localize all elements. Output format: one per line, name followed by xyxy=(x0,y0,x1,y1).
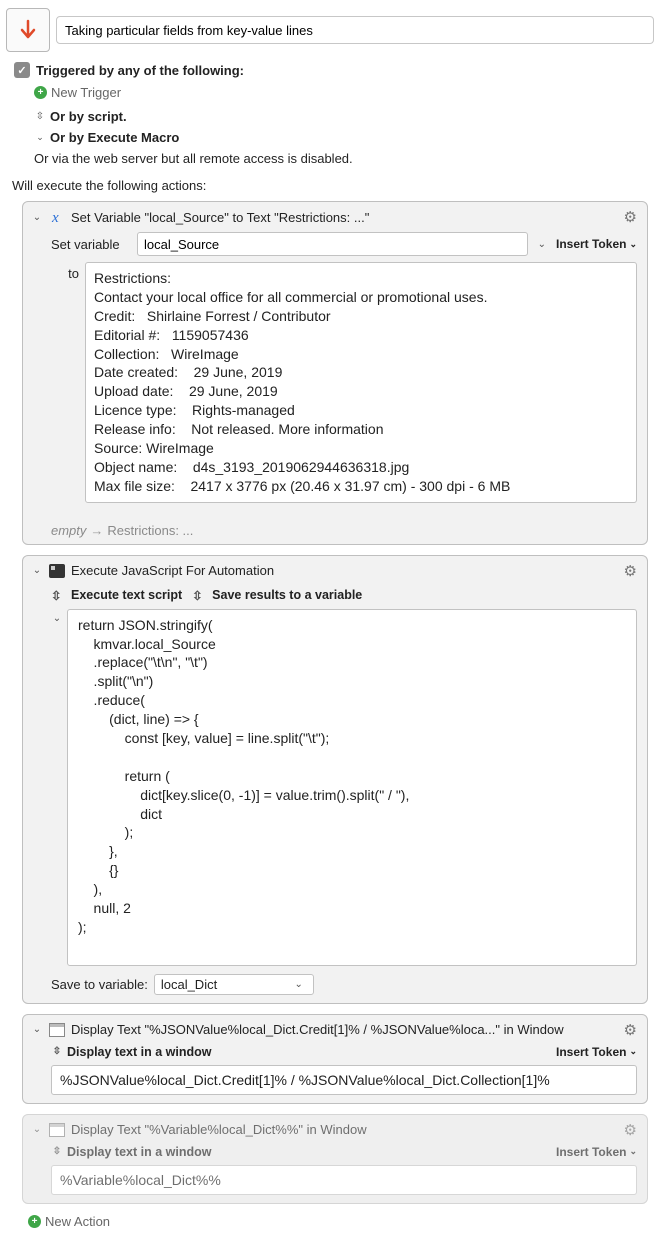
disclosure-toggle[interactable]: ⌄ xyxy=(31,1024,43,1035)
insert-token-button[interactable]: Insert Token ⌄ xyxy=(556,1145,637,1159)
web-server-disabled-label: Or via the web server but all remote acc… xyxy=(34,151,654,166)
display-mode-option[interactable]: Display text in a window xyxy=(67,1045,211,1059)
add-action-button[interactable]: + New Action xyxy=(28,1214,654,1229)
action-footer-hint: empty → Restrictions: ... xyxy=(23,517,647,544)
script-code-input[interactable]: return JSON.stringify( kmvar.local_Sourc… xyxy=(67,609,637,966)
window-icon xyxy=(49,1122,65,1138)
gear-icon[interactable]: ⚙ xyxy=(624,1121,637,1139)
save-results-option[interactable]: Save results to a variable xyxy=(212,588,362,602)
action-title: Set Variable "local_Source" to Text "Res… xyxy=(71,210,618,225)
action-execute-jxa: ⌄ Execute JavaScript For Automation ⚙ ⇳ … xyxy=(22,555,648,1004)
disclosure-toggle[interactable]: ⌄ xyxy=(31,1124,43,1135)
action-display-text-2-disabled: ⌄ Display Text "%Variable%local_Dict%%" … xyxy=(22,1114,648,1204)
arrow-down-icon xyxy=(16,18,40,42)
action-title: Display Text "%Variable%local_Dict%%" in… xyxy=(71,1122,618,1137)
to-label: to xyxy=(51,262,79,281)
updown-icon: ⇳ xyxy=(34,111,46,122)
chevron-right-icon: ⌄ xyxy=(34,132,46,143)
execute-text-script-option[interactable]: Execute text script xyxy=(71,588,182,602)
variable-name-input[interactable] xyxy=(137,232,528,256)
save-variable-select[interactable]: local_Dict ⌄ xyxy=(154,974,314,995)
display-text-input[interactable]: %Variable%local_Dict%% xyxy=(51,1165,637,1195)
macro-title-input[interactable] xyxy=(56,16,654,44)
new-action-label: New Action xyxy=(45,1214,110,1229)
updown-icon: ⇳ xyxy=(192,588,202,603)
svg-text:x: x xyxy=(51,210,59,225)
insert-token-button[interactable]: Insert Token ⌄ xyxy=(556,1045,637,1059)
save-to-variable-label: Save to variable: xyxy=(51,977,148,992)
updown-icon: ⇳ xyxy=(51,1146,63,1157)
chevron-down-icon: ⌄ xyxy=(629,239,637,250)
chevron-down-icon: ⌄ xyxy=(629,1146,637,1157)
or-by-script[interactable]: ⇳ Or by script. xyxy=(34,109,654,124)
display-text-input[interactable]: %JSONValue%local_Dict.Credit[1]% / %JSON… xyxy=(51,1065,637,1095)
disclosure-toggle[interactable]: ⌄ xyxy=(31,212,43,223)
or-by-execute-macro[interactable]: ⌄ Or by Execute Macro xyxy=(34,130,654,145)
gear-icon[interactable]: ⚙ xyxy=(624,562,637,580)
set-variable-label: Set variable xyxy=(51,237,131,252)
plus-icon: + xyxy=(28,1215,41,1228)
new-trigger-label: New Trigger xyxy=(51,85,121,100)
exec-actions-label: Will execute the following actions: xyxy=(12,178,654,193)
action-title: Execute JavaScript For Automation xyxy=(71,563,618,578)
chevron-down-icon: ⌄ xyxy=(290,979,306,990)
updown-icon: ⇳ xyxy=(51,1046,63,1057)
code-disclosure[interactable]: ⌄ xyxy=(51,609,63,966)
gear-icon[interactable]: ⚙ xyxy=(624,1021,637,1039)
action-display-text-1: ⌄ Display Text "%JSONValue%local_Dict.Cr… xyxy=(22,1014,648,1104)
plus-icon: + xyxy=(34,86,47,99)
triggers-enabled-checkbox[interactable]: ✓ xyxy=(14,62,30,78)
chevron-down-icon: ⌄ xyxy=(629,1046,637,1057)
macro-icon-box[interactable] xyxy=(6,8,50,52)
terminal-icon xyxy=(49,563,65,579)
updown-icon: ⇳ xyxy=(51,588,61,603)
disclosure-toggle[interactable]: ⌄ xyxy=(31,565,43,576)
text-value-input[interactable]: Restrictions: Contact your local office … xyxy=(85,262,637,503)
display-mode-option[interactable]: Display text in a window xyxy=(67,1145,211,1159)
window-icon xyxy=(49,1022,65,1038)
variable-icon: x xyxy=(49,209,65,225)
chevron-down-icon[interactable]: ⌄ xyxy=(534,239,550,250)
gear-icon[interactable]: ⚙ xyxy=(624,208,637,226)
action-set-variable: ⌄ x Set Variable "local_Source" to Text … xyxy=(22,201,648,545)
insert-token-button[interactable]: Insert Token ⌄ xyxy=(556,237,637,251)
action-title: Display Text "%JSONValue%local_Dict.Cred… xyxy=(71,1022,618,1037)
triggers-label: Triggered by any of the following: xyxy=(36,63,244,78)
add-trigger-button[interactable]: + New Trigger xyxy=(34,85,654,100)
